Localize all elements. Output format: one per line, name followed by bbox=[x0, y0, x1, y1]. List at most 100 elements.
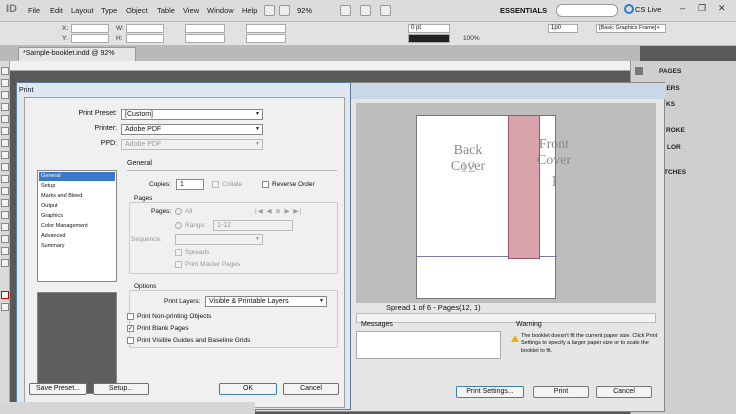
panel-stroke[interactable]: ROKE bbox=[666, 127, 685, 134]
panel-links[interactable]: KS bbox=[666, 101, 675, 108]
rectangle-frame-tool-icon[interactable] bbox=[1, 163, 9, 171]
category-summary[interactable]: Summary bbox=[39, 242, 115, 251]
direct-selection-tool-icon[interactable] bbox=[1, 79, 9, 87]
shear-field[interactable] bbox=[246, 34, 286, 43]
fill-swatch-icon[interactable] bbox=[1, 291, 9, 299]
preview-print-button[interactable]: Print bbox=[533, 386, 589, 398]
category-general[interactable]: General bbox=[39, 172, 115, 181]
panel-color[interactable]: LOR bbox=[667, 144, 681, 151]
menu-view[interactable]: View bbox=[183, 6, 199, 15]
scale-x-field[interactable] bbox=[185, 24, 225, 33]
cancel-button[interactable]: Cancel bbox=[283, 383, 339, 395]
print-blank-pages-checkbox[interactable]: ✓ bbox=[127, 325, 134, 332]
menu-layout[interactable]: Layout bbox=[71, 6, 94, 15]
menu-window[interactable]: Window bbox=[207, 6, 234, 15]
stroke-swatch-icon[interactable] bbox=[1, 303, 9, 311]
h-field[interactable] bbox=[126, 34, 164, 43]
menu-type[interactable]: Type bbox=[101, 6, 117, 15]
category-advanced[interactable]: Advanced bbox=[39, 232, 115, 241]
menu-file[interactable]: File bbox=[28, 6, 40, 15]
menu-help[interactable]: Help bbox=[242, 6, 257, 15]
setup-button[interactable]: Setup... bbox=[93, 383, 149, 395]
view-options-icon[interactable] bbox=[340, 5, 351, 16]
print-settings-button[interactable]: Print Settings... bbox=[456, 386, 524, 398]
panel-swatches[interactable]: TCHES bbox=[664, 169, 686, 176]
range-input[interactable]: 1-12 bbox=[213, 220, 293, 231]
document-tab[interactable]: *Sample-booklet.indd @ 92% bbox=[18, 47, 136, 61]
pages-panel-icon[interactable] bbox=[635, 67, 643, 75]
stroke-weight-field[interactable]: 0 pt bbox=[408, 24, 450, 33]
printer-select[interactable]: Adobe PDF ▼ bbox=[121, 124, 263, 135]
range-radio[interactable] bbox=[175, 222, 182, 229]
y-field[interactable] bbox=[71, 34, 109, 43]
hand-tool-icon[interactable] bbox=[1, 247, 9, 255]
print-master-pages-checkbox[interactable] bbox=[175, 261, 182, 268]
search-input[interactable] bbox=[556, 4, 618, 17]
spread-scrollbar[interactable] bbox=[356, 313, 656, 323]
gutter-field[interactable]: 1p0 bbox=[548, 24, 578, 33]
scale-y-field[interactable] bbox=[185, 34, 225, 43]
w-field[interactable] bbox=[126, 24, 164, 33]
note-tool-icon[interactable] bbox=[1, 223, 9, 231]
panel-pages[interactable]: PAGES bbox=[659, 68, 681, 75]
minimize-icon[interactable]: – bbox=[680, 3, 685, 13]
arrange-documents-icon[interactable] bbox=[380, 5, 391, 16]
pages-label: Pages: bbox=[151, 208, 172, 215]
free-transform-tool-icon[interactable] bbox=[1, 199, 9, 207]
category-output[interactable]: Output bbox=[39, 202, 115, 211]
opacity-value[interactable]: 100% bbox=[463, 35, 480, 42]
chevron-down-icon: ▼ bbox=[255, 111, 260, 117]
line-tool-icon[interactable] bbox=[1, 127, 9, 135]
ppd-value: Adobe PDF bbox=[125, 141, 162, 148]
rotation-field[interactable] bbox=[246, 24, 286, 33]
print-nonprinting-checkbox[interactable] bbox=[127, 313, 134, 320]
close-icon[interactable]: ✕ bbox=[718, 3, 726, 14]
x-field[interactable] bbox=[71, 24, 109, 33]
section-title: General bbox=[127, 160, 152, 167]
spreads-checkbox[interactable] bbox=[175, 249, 182, 256]
all-radio[interactable] bbox=[175, 208, 182, 215]
gradient-tool-icon[interactable] bbox=[1, 211, 9, 219]
print-guides-checkbox[interactable] bbox=[127, 337, 134, 344]
menu-object[interactable]: Object bbox=[126, 6, 148, 15]
workspace-switcher[interactable]: ESSENTIALS bbox=[500, 6, 547, 15]
stroke-type-field[interactable] bbox=[408, 34, 450, 43]
type-tool-icon[interactable] bbox=[1, 115, 9, 123]
restore-icon[interactable]: ❐ bbox=[698, 3, 706, 14]
menu-table[interactable]: Table bbox=[157, 6, 175, 15]
ppd-select[interactable]: Adobe PDF ▼ bbox=[121, 139, 263, 150]
screen-mode-icon[interactable] bbox=[360, 5, 371, 16]
copies-input[interactable]: 1 bbox=[176, 179, 204, 190]
page-navigator-icon[interactable]: |◀ ◀ ⊕ ▶ ▶| bbox=[255, 207, 302, 215]
save-preset-button[interactable]: Save Preset... bbox=[29, 383, 87, 395]
zoom-level[interactable]: 92% bbox=[297, 6, 312, 15]
cs-live-button[interactable]: CS Live bbox=[635, 5, 661, 14]
minibridge-icon[interactable] bbox=[279, 5, 290, 16]
category-marks-and-bleed[interactable]: Marks and Bleed bbox=[39, 192, 115, 201]
ok-button[interactable]: OK bbox=[219, 383, 277, 395]
bridge-icon[interactable] bbox=[264, 5, 275, 16]
pencil-tool-icon[interactable] bbox=[1, 151, 9, 159]
category-setup[interactable]: Setup bbox=[39, 182, 115, 191]
category-graphics[interactable]: Graphics bbox=[39, 212, 115, 221]
gap-tool-icon[interactable] bbox=[1, 103, 9, 111]
front-cover-text: Front Cover bbox=[536, 137, 572, 169]
sequence-select[interactable]: ▼ bbox=[175, 234, 263, 245]
reverse-order-checkbox[interactable] bbox=[262, 181, 269, 188]
print-preset-select[interactable]: [Custom] ▼ bbox=[121, 109, 263, 120]
preview-cancel-button[interactable]: Cancel bbox=[596, 386, 652, 398]
zoom-tool-icon[interactable] bbox=[1, 259, 9, 267]
category-color-management[interactable]: Color Management bbox=[39, 222, 115, 231]
collate-checkbox[interactable] bbox=[212, 181, 219, 188]
page-tool-icon[interactable] bbox=[1, 91, 9, 99]
y-label: Y: bbox=[62, 35, 68, 42]
selection-tool-icon[interactable] bbox=[1, 67, 9, 75]
menu-edit[interactable]: Edit bbox=[50, 6, 63, 15]
scissors-tool-icon[interactable] bbox=[1, 187, 9, 195]
options-heading: Options bbox=[134, 283, 157, 290]
pen-tool-icon[interactable] bbox=[1, 139, 9, 147]
eyedropper-tool-icon[interactable] bbox=[1, 235, 9, 243]
rectangle-tool-icon[interactable] bbox=[1, 175, 9, 183]
print-layers-select[interactable]: Visible & Printable Layers ▼ bbox=[205, 296, 327, 307]
object-style-select[interactable]: [Basic Graphics Frame]+ bbox=[596, 24, 666, 33]
